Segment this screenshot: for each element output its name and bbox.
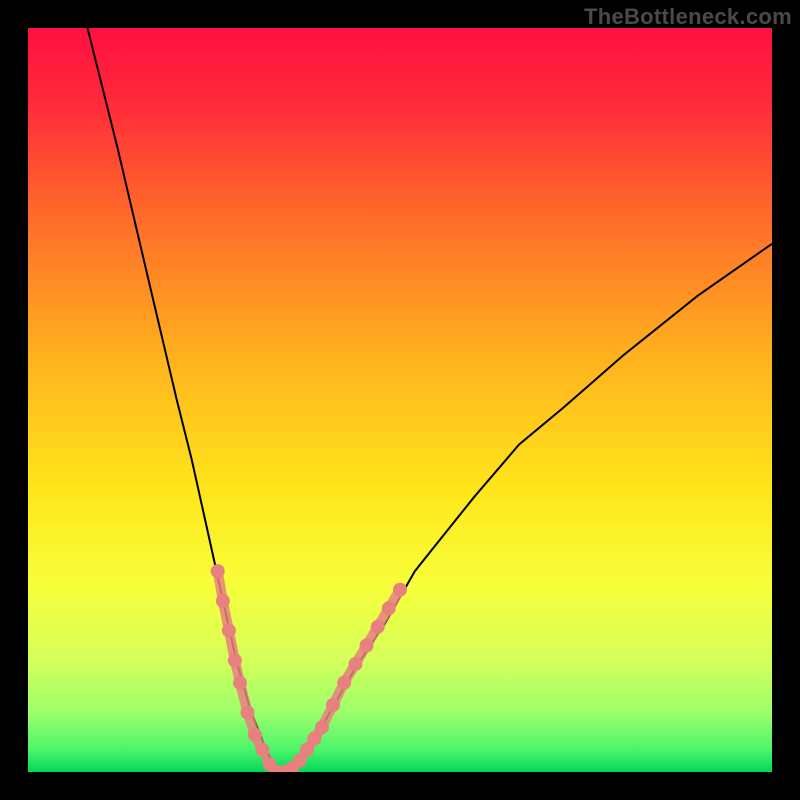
chart-frame bbox=[28, 28, 772, 772]
highlight-dot bbox=[248, 728, 262, 742]
highlight-dot bbox=[326, 698, 340, 712]
highlight-dot bbox=[360, 639, 374, 653]
highlight-dot bbox=[337, 676, 351, 690]
highlight-dot bbox=[216, 594, 230, 608]
highlight-dot bbox=[233, 676, 247, 690]
highlight-dot bbox=[371, 620, 385, 634]
highlight-dot bbox=[211, 564, 225, 578]
highlight-dot bbox=[222, 624, 236, 638]
highlight-dot bbox=[382, 601, 396, 615]
highlight-dot bbox=[241, 706, 255, 720]
highlight-dot bbox=[255, 743, 269, 757]
highlight-dot bbox=[228, 653, 242, 667]
highlight-dot bbox=[315, 720, 329, 734]
chart-svg bbox=[28, 28, 772, 772]
watermark-text: TheBottleneck.com bbox=[584, 4, 792, 30]
highlight-dot bbox=[348, 657, 362, 671]
gradient-background bbox=[28, 28, 772, 772]
highlight-dot bbox=[393, 583, 407, 597]
